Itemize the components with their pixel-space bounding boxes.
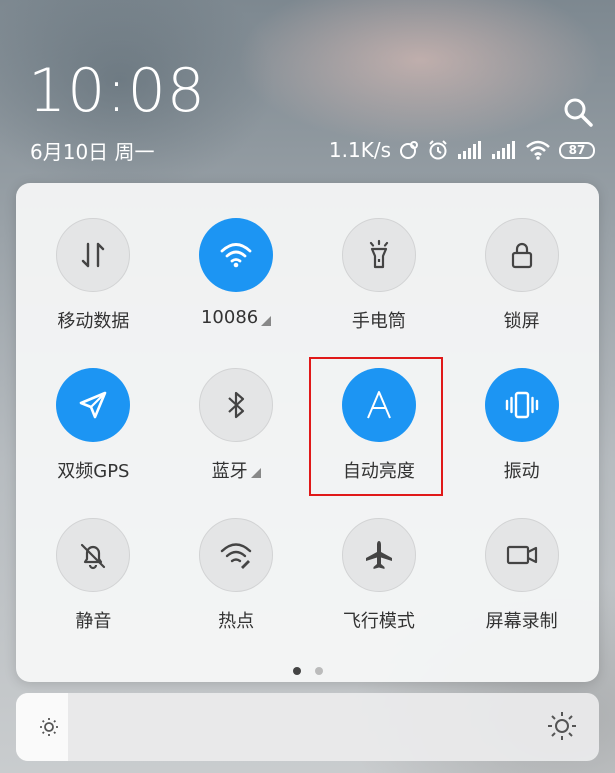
flashlight-toggle-button[interactable] [341,218,416,292]
toggle-label: 热点 [218,607,254,633]
toggle-tile[interactable]: 振动 [450,333,593,483]
toggle-label-text: 蓝牙 [211,461,248,482]
toggle-label-text: 双频GPS [57,461,130,482]
highlight-box [309,357,443,496]
sync-icon [399,140,419,160]
toggle-label-text: 飞行模式 [342,611,415,632]
toggle-tile[interactable]: 移动数据 [22,183,165,333]
toggle-label-text: 手电筒 [351,311,406,332]
toggle-label: 振动 [504,457,540,483]
status-bar: 1.1K/s 87 [329,136,595,164]
signal-icon [457,140,483,160]
flashlight-icon [362,238,396,272]
toggle-label-text: 锁屏 [503,311,540,332]
bluetooth-toggle-button[interactable] [199,368,274,442]
screen-record-icon [504,538,540,572]
wifi-toggle-button[interactable] [199,218,274,292]
toggle-label-text: 屏幕录制 [485,611,558,632]
vibrate-icon [504,387,540,423]
hotspot-icon [219,540,253,570]
toggle-tile[interactable]: 手电筒 [308,183,451,333]
brightness-slider[interactable] [16,693,599,761]
mute-bell-icon [76,538,110,572]
airplane-icon [362,538,396,572]
screen-record-toggle-button[interactable] [484,518,559,592]
mute-bell-toggle-button[interactable] [56,518,131,592]
toggle-label: 手电筒 [352,307,406,333]
vibrate-toggle-button[interactable] [484,368,559,442]
search-icon[interactable] [562,96,594,128]
lock-toggle-button[interactable] [484,218,559,292]
toggle-label-text: 热点 [218,611,255,632]
wifi-status-icon [525,140,551,160]
date-text: 6月10日 周一 [30,140,155,164]
page-indicator [16,667,599,675]
toggle-label: 屏幕录制 [486,607,558,633]
toggle-tile[interactable]: 10086 [165,183,308,333]
expand-arrow-icon[interactable] [261,315,272,326]
toggle-tile[interactable]: 静音 [22,483,165,633]
brightness-high-icon [547,711,577,745]
toggle-tile[interactable]: 屏幕录制 [450,483,593,633]
toggle-label: 静音 [75,607,111,633]
toggle-tile[interactable]: 蓝牙 [165,333,308,483]
toggle-label: 10086 [200,307,272,328]
bluetooth-icon [221,388,251,422]
mobile-data-icon [76,238,110,272]
brightness-low-icon [38,716,60,742]
quick-settings-panel: 移动数据 10086 手电筒 锁屏 双频GPS 蓝牙 自动亮度 振动 静音 热点 飞行模式 屏幕录制 [16,183,599,682]
toggle-grid: 移动数据 10086 手电筒 锁屏 双频GPS 蓝牙 自动亮度 振动 静音 热点 飞行模式 屏幕录制 [22,183,593,633]
hotspot-toggle-button[interactable] [199,518,274,592]
lock-icon [505,238,539,272]
toggle-label: 移动数据 [57,307,129,333]
signal-icon [491,140,517,160]
mobile-data-toggle-button[interactable] [56,218,131,292]
page-dot[interactable] [292,667,301,675]
airplane-toggle-button[interactable] [341,518,416,592]
alarm-icon [427,139,449,161]
clock: 10:08 [28,56,206,126]
battery-indicator: 87 [559,141,595,159]
page-dot[interactable] [314,667,323,675]
toggle-tile[interactable]: 双频GPS [22,333,165,483]
toggle-label-text: 静音 [75,611,112,632]
location-arrow-icon [75,387,111,423]
toggle-label: 飞行模式 [343,607,415,633]
toggle-label-text: 振动 [503,461,540,482]
location-arrow-toggle-button[interactable] [56,368,131,442]
expand-arrow-icon[interactable] [250,468,261,478]
network-speed: 1.1K/s [328,138,391,162]
toggle-label: 蓝牙 [212,457,261,483]
toggle-tile[interactable]: 飞行模式 [308,483,451,633]
toggle-label-text: 移动数据 [57,311,130,332]
toggle-tile[interactable]: 锁屏 [450,183,593,333]
toggle-label: 锁屏 [504,307,540,333]
wifi-icon [219,241,253,269]
toggle-label-text: 10086 [200,307,259,328]
toggle-label: 双频GPS [57,457,129,483]
toggle-tile[interactable]: 热点 [165,483,308,633]
